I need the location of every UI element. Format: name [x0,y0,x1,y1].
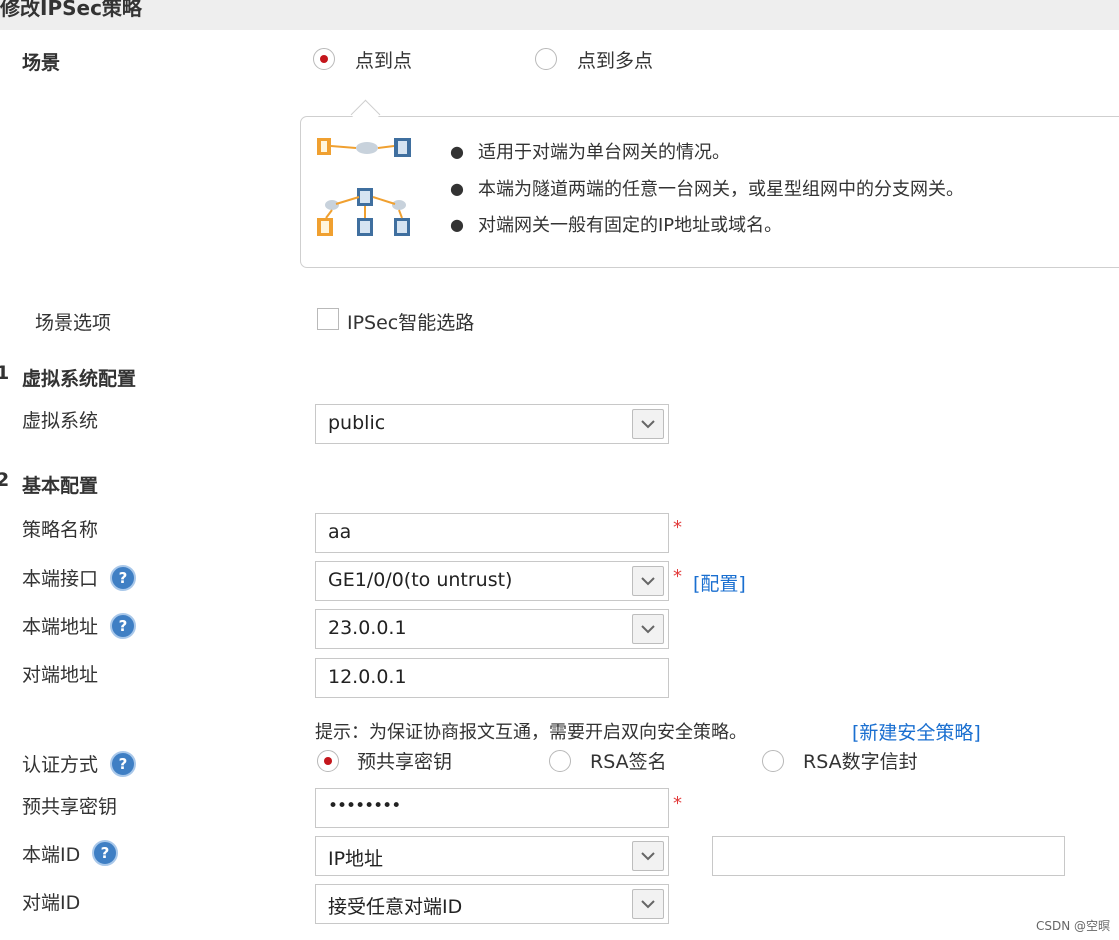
smart-routing-checkbox[interactable] [317,308,339,330]
local-id-dropdown-button[interactable] [632,841,664,871]
tip-bullet-3-marker: ● [450,215,464,234]
peer-address-value: 12.0.0.1 [328,666,407,688]
peer-id-dropdown-button[interactable] [632,889,664,919]
auth-method-label: 认证方式 [22,754,99,776]
chevron-down-icon [641,900,655,909]
auth-rsa-sign-label[interactable]: RSA签名 [590,747,667,774]
vsys-select-value: public [328,412,386,434]
psk-value: •••••••• [328,796,401,816]
psk-required-mark: * [673,793,682,814]
psk-label: 预共享密钥 [22,796,118,818]
scene-options-label: 场景选项 [35,312,112,334]
scene-p2p-label[interactable]: 点到点 [355,46,412,73]
chevron-down-icon [641,852,655,861]
policy-name-required-mark: * [673,517,682,538]
smart-routing-label[interactable]: IPSec智能选路 [347,308,474,335]
vsys-label: 虚拟系统 [22,410,99,432]
tip-bullet-2-marker: ● [450,179,464,198]
chevron-down-icon [641,577,655,586]
window-title-bar [0,0,1119,30]
tip-bullet-2: 本端为隧道两端的任意一台网关，或星型组网中的分支网关。 [478,179,964,200]
auth-method-help-icon[interactable]: ? [110,751,136,777]
scene-p2p-radio[interactable] [313,48,335,70]
local-interface-help-icon[interactable]: ? [110,565,136,591]
local-address-dropdown-button[interactable] [632,614,664,644]
auth-psk-radio[interactable] [317,750,339,772]
local-interface-required-mark: * [673,566,682,587]
policy-name-input[interactable]: aa [315,513,669,553]
local-address-label: 本端地址 [22,616,99,638]
local-id-select[interactable]: IP地址 [315,836,669,876]
vsys-select[interactable]: public [315,404,669,444]
section-1-title: 虚拟系统配置 [22,368,137,390]
tip-bullet-1: 适用于对端为单台网关的情况。 [478,142,730,163]
auth-rsa-envelope-radio[interactable] [762,750,784,772]
local-interface-label: 本端接口 [22,568,99,590]
peer-id-select[interactable]: 接受任意对端ID [315,884,669,924]
tip-bullet-1-marker: ● [450,142,464,161]
auth-rsa-sign-radio[interactable] [549,750,571,772]
auth-psk-label[interactable]: 预共享密钥 [357,747,452,774]
policy-name-value: aa [328,521,352,543]
local-address-value: 23.0.0.1 [328,617,407,639]
scene-label: 场景 [22,52,61,74]
local-id-value-input[interactable] [712,836,1065,876]
local-id-help-icon[interactable]: ? [92,840,118,866]
peer-address-input[interactable]: 12.0.0.1 [315,658,669,698]
scene-p2mp-radio[interactable] [535,48,557,70]
policy-name-label: 策略名称 [22,519,99,541]
window-title: 修改IPSec策略 [0,0,142,20]
new-security-policy-link[interactable]: [新建安全策略] [852,718,981,745]
scene-p2mp-label[interactable]: 点到多点 [577,46,653,73]
chevron-down-icon [641,420,655,429]
local-id-label: 本端ID [22,844,81,866]
peer-id-label: 对端ID [22,892,81,914]
topology-illustration-icon [317,138,411,236]
vsys-dropdown-button[interactable] [632,409,664,439]
peer-address-label: 对端地址 [22,664,99,686]
local-id-value: IP地址 [328,848,384,870]
psk-input[interactable]: •••••••• [315,788,669,828]
security-policy-hint: 提示：为保证协商报文互通，需要开启双向安全策略。 [315,722,747,743]
configure-link[interactable]: [配置] [693,569,746,596]
watermark: CSDN @空暝 [1036,919,1111,933]
section-1-number: 1 [0,362,10,384]
local-interface-select[interactable]: GE1/0/0(to untrust) [315,561,669,601]
auth-rsa-envelope-label[interactable]: RSA数字信封 [803,747,918,774]
tip-bullet-3: 对端网关一般有固定的IP地址或域名。 [478,215,783,236]
local-address-select[interactable]: 23.0.0.1 [315,609,669,649]
local-address-help-icon[interactable]: ? [110,613,136,639]
section-2-number: 2 [0,469,10,491]
chevron-down-icon [641,625,655,634]
peer-id-value: 接受任意对端ID [328,896,463,918]
section-2-title: 基本配置 [22,475,99,497]
local-interface-value: GE1/0/0(to untrust) [328,569,513,591]
local-interface-dropdown-button[interactable] [632,566,664,596]
